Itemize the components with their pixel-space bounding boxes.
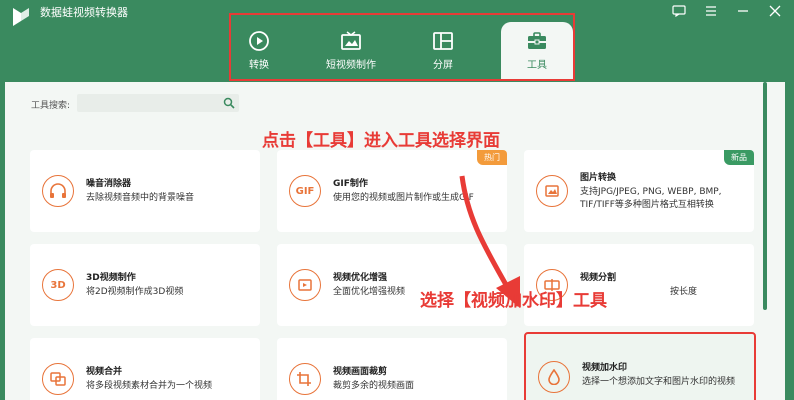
watermark-icon [538, 361, 570, 393]
tool-card-image-convert[interactable]: 新品 图片转换 支持JPG/JPEG, PNG, WEBP, BMP, TIF/… [524, 150, 754, 232]
image-convert-icon [536, 175, 568, 207]
tool-desc: 将2D视频制作成3D视频 [86, 287, 184, 297]
search-label: 工具搜索: [31, 101, 71, 111]
crop-icon [289, 363, 321, 395]
search-icon[interactable] [223, 97, 235, 109]
tool-title: 图片转换 [580, 173, 617, 183]
tool-desc: 支持JPG/JPEG, PNG, WEBP, BMP, TIF/TIFF等多种图… [580, 187, 722, 210]
tool-title: GIF制作 [333, 179, 368, 189]
tool-title: 视频加水印 [582, 363, 628, 373]
tool-card-video-split[interactable]: 视频分割 按长度 [524, 244, 754, 326]
app-logo-icon [13, 8, 29, 26]
tool-card-video-watermark[interactable]: 视频加水印 选择一个想添加文字和图片水印的视频 [524, 332, 756, 400]
merge-icon [42, 363, 74, 395]
minimize-icon[interactable] [734, 2, 752, 20]
annotation-choose-watermark: 选择【视频加水印】工具 [420, 291, 607, 311]
tool-card-video-merge[interactable]: 视频合并 将多段视频素材合并为一个视频 [30, 338, 260, 400]
new-badge: 新品 [724, 150, 754, 165]
scrollbar[interactable] [763, 82, 767, 310]
tool-desc: 去除视频音频中的背景噪音 [86, 193, 195, 203]
tabs-highlight-frame [229, 13, 575, 81]
tool-title: 视频分割 [580, 273, 617, 283]
enhance-icon [289, 269, 321, 301]
tool-card-3d-video[interactable]: 3D 3D视频制作 将2D视频制作成3D视频 [30, 244, 260, 326]
headphones-icon [42, 175, 74, 207]
hot-badge: 热门 [477, 150, 507, 165]
tool-title: 噪音消除器 [86, 179, 132, 189]
tool-desc: 选择一个想添加文字和图片水印的视频 [582, 377, 736, 387]
tool-title: 视频优化增强 [333, 273, 388, 283]
tool-desc: 按长度 [670, 287, 698, 297]
search-input[interactable] [77, 97, 217, 115]
tool-title: 视频画面裁剪 [333, 367, 388, 377]
tool-desc: 裁剪多余的视频画面 [333, 381, 415, 391]
tool-title: 视频合并 [86, 367, 123, 377]
tool-desc: 全面优化增强视频 [333, 287, 406, 297]
tool-title: 3D视频制作 [86, 273, 136, 283]
tool-desc: 将多段视频素材合并为一个视频 [86, 381, 213, 391]
search-box [77, 94, 239, 115]
window-controls [670, 2, 784, 20]
tool-card-noise-remover[interactable]: 噪音消除器 去除视频音频中的背景噪音 [30, 150, 260, 232]
menu-icon[interactable] [702, 2, 720, 20]
3d-icon: 3D [42, 269, 74, 301]
annotation-click-tools: 点击【工具】进入工具选择界面 [262, 131, 500, 151]
annotation-arrow-icon [459, 175, 520, 308]
chat-icon[interactable] [670, 2, 688, 20]
close-icon[interactable] [766, 2, 784, 20]
app-title: 数据蛙视频转换器 [40, 6, 128, 19]
gif-icon: GIF [289, 175, 321, 207]
